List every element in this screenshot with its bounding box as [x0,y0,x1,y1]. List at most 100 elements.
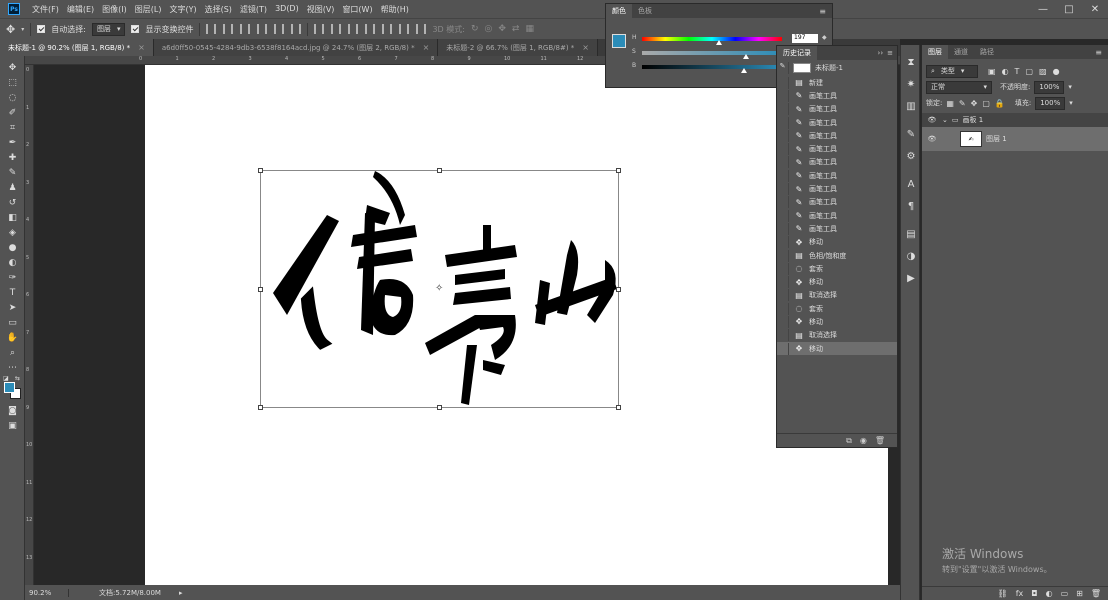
pen-tool-icon[interactable]: ✑ [0,270,25,285]
new-layer-icon[interactable]: ⊞ [1076,589,1083,598]
history-brush-source-icon[interactable]: ✎ [777,62,789,74]
lock-position-icon[interactable]: ✥ [971,99,978,108]
dodge-tool-icon[interactable]: ◐ [0,255,25,270]
eraser-tool-icon[interactable]: ◧ [0,210,25,225]
adjustments-panel-icon[interactable]: ⚙ [901,145,921,167]
layer-group-row[interactable]: 👁 ⌄ ▭ 画板 1 [922,113,1108,127]
tab-layers[interactable]: 图层 [922,45,948,59]
transform-handle-l[interactable] [258,287,263,292]
history-state[interactable]: ▤ 新建 [777,76,897,89]
quick-select-tool-icon[interactable]: ✐ [0,105,25,120]
history-state[interactable]: ✥ 移动 [777,341,897,356]
history-state[interactable]: ▤ 取消选择 [777,289,897,302]
lock-image-icon[interactable]: ✎ [959,99,966,108]
transform-handle-r[interactable] [616,287,621,292]
healing-brush-tool-icon[interactable]: ✚ [0,150,25,165]
zoom-tool-icon[interactable]: ⌕ [0,345,25,360]
filter-adjustment-icon[interactable]: ◐ [1002,67,1009,76]
transform-handle-t[interactable] [437,168,442,173]
history-brush-source-box[interactable] [777,262,789,275]
lock-artboard-icon[interactable]: ▢ [982,99,990,108]
menu-item[interactable]: 视图(V) [303,4,339,15]
history-brush-source-box[interactable] [777,89,789,102]
clone-stamp-tool-icon[interactable]: ♟ [0,180,25,195]
crop-tool-icon[interactable]: ⌗ [0,120,25,135]
filter-type-icon[interactable]: T [1015,67,1020,76]
menu-item[interactable]: 3D(D) [271,4,303,15]
history-brush-source-box[interactable] [777,143,789,156]
history-brush-source-box[interactable] [777,76,789,89]
history-state[interactable]: ✎ 画笔工具 [777,222,897,235]
history-state[interactable]: ✎ 画笔工具 [777,89,897,102]
eye-icon[interactable]: 👁 [926,116,938,124]
panel-menu-icon[interactable]: ≡ [887,49,893,57]
chevron-down-icon[interactable]: ⌄ [942,116,948,124]
maximize-button[interactable]: □ [1056,0,1082,18]
history-brush-source-box[interactable] [777,342,789,355]
transform-handle-br[interactable] [616,405,621,410]
fill-field[interactable]: 100% [1035,96,1066,110]
lock-all-icon[interactable]: 🔒 [995,99,1005,108]
history-state[interactable]: ✎ 画笔工具 [777,129,897,142]
screen-mode-icon[interactable]: ▣ [0,418,25,433]
history-brush-source-box[interactable] [777,169,789,182]
more-tools-icon[interactable]: ⋯ [0,360,25,375]
swap-colors-icon[interactable]: ⇆ [15,375,20,382]
history-brush-source-box[interactable] [777,289,789,302]
move-tool-icon[interactable]: ✥ [6,23,15,36]
align-hcenter-icon[interactable] [274,24,285,34]
collapse-icon[interactable]: ›› [878,49,884,57]
tab-swatches[interactable]: 色板 [632,4,658,18]
history-brush-source-box[interactable] [777,196,789,209]
history-brush-tool-icon[interactable]: ↺ [0,195,25,210]
menu-item[interactable]: 图像(I) [98,4,131,15]
brush-panel-icon[interactable]: ✎ [901,123,921,145]
menu-item[interactable]: 文件(F) [28,4,63,15]
opacity-field[interactable]: 100% [1034,80,1065,94]
history-brush-source-box[interactable] [777,329,789,342]
fx-icon[interactable]: fx [1016,589,1024,598]
menu-item[interactable]: 选择(S) [201,4,236,15]
distribute-hcenter-icon[interactable] [382,24,393,34]
type-tool-icon[interactable]: T [0,285,25,300]
panel-menu-icon[interactable]: ≡ [1095,48,1102,57]
quick-mask-icon[interactable]: ◙ [0,403,25,418]
transform-handle-tl[interactable] [258,168,263,173]
blend-mode-dropdown[interactable]: 正常 ▾ [926,80,992,94]
tab-channels[interactable]: 通道 [948,45,974,59]
layer-row[interactable]: 👁 ✍ 图层 1 [922,127,1108,151]
history-state[interactable]: ✎ 画笔工具 [777,116,897,129]
history-state[interactable]: ✎ 画笔工具 [777,169,897,182]
menu-item[interactable]: 文字(Y) [165,4,200,15]
fill-chevron-icon[interactable]: ▾ [1069,99,1073,107]
document-tab[interactable]: 未标题-2 @ 66.7% (图层 1, RGB/8#) * × [438,39,598,56]
history-brush-source-box[interactable] [777,183,789,196]
history-brush-source-box[interactable] [777,236,789,249]
zoom-level[interactable]: 90.2% [25,588,69,597]
menu-item[interactable]: 编辑(E) [63,4,98,15]
distribute-vcenter-icon[interactable] [331,24,342,34]
close-button[interactable]: ✕ [1082,0,1108,18]
brightness-knob[interactable] [741,68,748,73]
history-brush-source-box[interactable] [777,156,789,169]
default-colors-icon[interactable]: ◪ [3,375,9,382]
3d-scale-icon[interactable]: ▦ [525,24,534,34]
blur-tool-icon[interactable]: ● [0,240,25,255]
layer-filter-dropdown[interactable]: ⌕ 类型 ▾ [926,64,978,78]
marquee-tool-icon[interactable]: ⬚ [0,75,25,90]
history-state[interactable]: ✥ 移动 [777,236,897,249]
history-state[interactable]: ✎ 画笔工具 [777,156,897,169]
history-brush-source-box[interactable] [777,103,789,116]
history-panel-icon[interactable]: ⧗ [901,51,921,73]
history-state[interactable]: ▤ 色相/饱和度 [777,249,897,262]
trash-icon[interactable]: 🗑 [875,436,885,445]
history-state[interactable]: ✎ 画笔工具 [777,196,897,209]
tab-paths[interactable]: 路径 [974,45,1000,59]
distribute-bottom-icon[interactable] [348,24,359,34]
history-brush-source-box[interactable] [777,315,789,328]
opacity-chevron-icon[interactable]: ▾ [1068,83,1072,91]
distribute-right-icon[interactable] [399,24,410,34]
move-tool-icon[interactable]: ✥ [0,60,25,75]
close-tab-icon[interactable]: × [423,43,430,52]
tab-history[interactable]: 历史记录 [777,46,817,60]
